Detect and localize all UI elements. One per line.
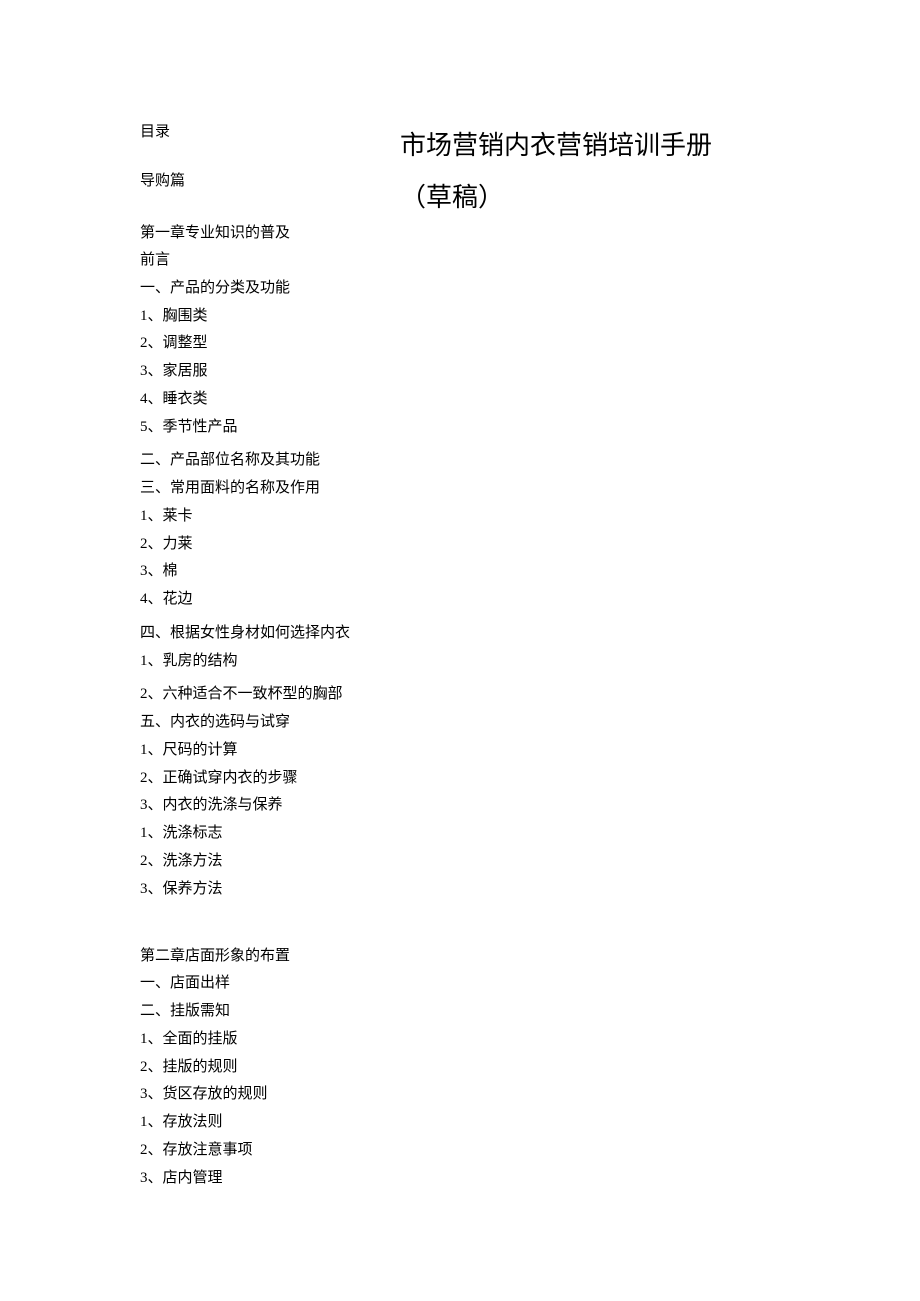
toc-item: 二、挂版需知 xyxy=(140,998,400,1026)
toc-item: 1、尺码的计算 xyxy=(140,737,400,765)
toc-item: 二、产品部位名称及其功能 xyxy=(140,447,400,475)
toc-item: 2、力莱 xyxy=(140,531,400,559)
toc-heading: 目录 xyxy=(140,120,400,141)
toc-item: 五、内衣的选码与试穿 xyxy=(140,709,400,737)
table-of-contents: 目录 导购篇 第一章专业知识的普及 前言 一、产品的分类及功能 1、胸围类 2、… xyxy=(140,120,400,1192)
toc-item: 一、产品的分类及功能 xyxy=(140,275,400,303)
spacer xyxy=(140,903,400,943)
title-block: 市场营销内衣营销培训手册 （草稿） xyxy=(400,120,800,224)
toc-item: 3、货区存放的规则 xyxy=(140,1081,400,1109)
toc-item: 1、存放法则 xyxy=(140,1109,400,1137)
document-subtitle: （草稿） xyxy=(400,172,800,224)
toc-item: 3、店内管理 xyxy=(140,1165,400,1193)
toc-item: 3、棉 xyxy=(140,558,400,586)
toc-item: 1、全面的挂版 xyxy=(140,1026,400,1054)
toc-item: 2、存放注意事项 xyxy=(140,1137,400,1165)
toc-item: 一、店面出样 xyxy=(140,970,400,998)
toc-item: 4、睡衣类 xyxy=(140,386,400,414)
toc-item: 三、常用面料的名称及作用 xyxy=(140,475,400,503)
section-heading: 导购篇 xyxy=(140,169,400,190)
toc-item: 2、洗涤方法 xyxy=(140,848,400,876)
toc-item: 5、季节性产品 xyxy=(140,414,400,442)
toc-item: 2、正确试穿内衣的步骤 xyxy=(140,765,400,793)
toc-item: 四、根据女性身材如何选择内衣 xyxy=(140,620,400,648)
chapter-2-title: 第二章店面形象的布置 xyxy=(140,943,400,970)
toc-item: 3、内衣的洗涤与保养 xyxy=(140,792,400,820)
toc-item: 3、保养方法 xyxy=(140,876,400,904)
toc-item: 1、乳房的结构 xyxy=(140,648,400,676)
toc-item: 2、调整型 xyxy=(140,330,400,358)
toc-item: 1、洗涤标志 xyxy=(140,820,400,848)
toc-item: 2、挂版的规则 xyxy=(140,1054,400,1082)
toc-item: 4、花边 xyxy=(140,586,400,614)
toc-item: 3、家居服 xyxy=(140,358,400,386)
toc-item: 1、莱卡 xyxy=(140,503,400,531)
chapter-1-title: 第一章专业知识的普及 xyxy=(140,220,400,247)
toc-item: 2、六种适合不一致杯型的胸部 xyxy=(140,681,400,709)
document-page: 市场营销内衣营销培训手册 （草稿） 目录 导购篇 第一章专业知识的普及 前言 一… xyxy=(0,0,920,180)
document-title: 市场营销内衣营销培训手册 xyxy=(400,120,800,172)
toc-item: 前言 xyxy=(140,247,400,275)
toc-item: 1、胸围类 xyxy=(140,303,400,331)
